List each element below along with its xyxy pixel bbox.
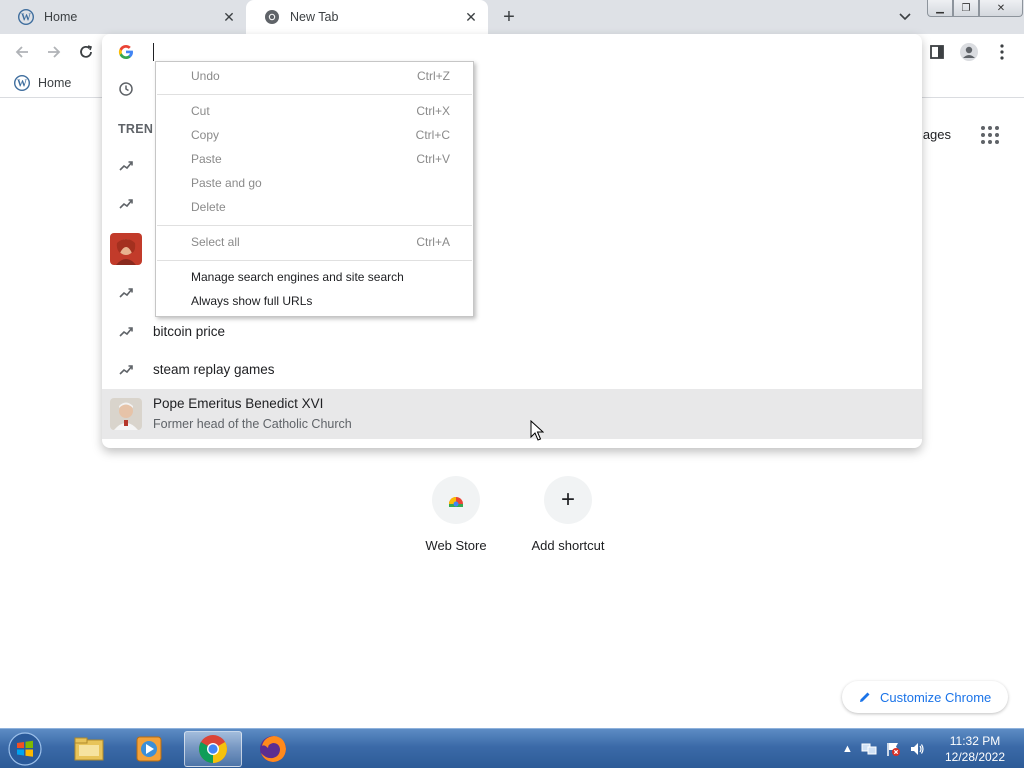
chrome-taskbar-icon[interactable] — [184, 731, 242, 767]
plus-icon: + — [544, 476, 592, 524]
system-tray: ▲ — [842, 729, 925, 769]
clock-time: 11:32 PM — [949, 734, 1001, 748]
menu-item-select-all[interactable]: Select all Ctrl+A — [156, 231, 473, 255]
pencil-icon — [860, 692, 870, 702]
svg-text:W: W — [17, 79, 27, 90]
shortcut-add[interactable]: + Add shortcut — [518, 476, 618, 553]
menu-divider — [157, 225, 472, 226]
menu-item-delete[interactable]: Delete — [156, 196, 473, 220]
chevron-down-icon[interactable] — [896, 8, 914, 26]
google-g-icon — [118, 45, 133, 59]
tab-home[interactable]: W Home ✕ — [0, 0, 246, 34]
close-icon[interactable]: ✕ — [462, 8, 480, 26]
svg-text:W: W — [21, 13, 31, 24]
suggestion-title: Pope Emeritus Benedict XVI — [153, 396, 324, 411]
volume-icon[interactable] — [909, 741, 925, 757]
menu-dots-icon[interactable] — [992, 42, 1012, 62]
text-caret — [153, 43, 154, 61]
side-panel-icon[interactable] — [927, 42, 947, 62]
window-controls: ▁ ❐ ✕ — [927, 0, 1023, 18]
menu-item-paste[interactable]: Paste Ctrl+V — [156, 148, 473, 172]
trending-header: TREN — [118, 122, 154, 136]
customize-label: Customize Chrome — [880, 689, 992, 705]
trending-icon — [119, 288, 133, 298]
action-center-flag-icon[interactable] — [885, 741, 901, 757]
history-clock-icon — [119, 82, 133, 96]
firefox-icon[interactable] — [244, 731, 302, 767]
suggestion-thumbnail[interactable] — [110, 233, 142, 265]
tab-title: New Tab — [290, 10, 339, 24]
wordpress-icon: W — [14, 75, 30, 91]
clock-date: 12/28/2022 — [944, 750, 1006, 764]
menu-item-cut[interactable]: Cut Ctrl+X — [156, 100, 473, 124]
suggestion-text: steam replay games — [153, 362, 275, 377]
tab-new-tab[interactable]: New Tab ✕ — [246, 0, 488, 34]
customize-chrome-button[interactable]: Customize Chrome — [842, 681, 1008, 713]
shortcut-web-store[interactable]: Web Store — [406, 476, 506, 553]
file-explorer-icon[interactable] — [60, 731, 118, 767]
media-player-icon[interactable] — [120, 731, 178, 767]
wordpress-icon: W — [18, 9, 34, 25]
chrome-icon — [265, 10, 279, 24]
suggestion-text: bitcoin price — [153, 324, 226, 339]
taskbar: ▲ 11:32 PM 12/28/2022 — [0, 728, 1024, 768]
menu-item-manage-search-engines[interactable]: Manage search engines and site search — [156, 266, 473, 290]
reload-icon[interactable] — [76, 42, 96, 62]
trending-suggestion[interactable]: bitcoin price — [102, 313, 922, 351]
menu-divider — [157, 94, 472, 95]
bookmark-label: Home — [38, 76, 72, 90]
menu-item-copy[interactable]: Copy Ctrl+C — [156, 124, 473, 148]
close-window-button[interactable]: ✕ — [979, 0, 1023, 17]
forward-icon[interactable] — [44, 42, 64, 62]
bookmark-home[interactable]: W Home — [14, 75, 71, 91]
mouse-cursor-icon — [530, 420, 544, 441]
trending-icon — [119, 327, 133, 337]
menu-divider — [157, 260, 472, 261]
close-icon[interactable]: ✕ — [220, 8, 238, 26]
suggestion-subtitle: Former head of the Catholic Church — [153, 417, 352, 431]
shortcut-label: Add shortcut — [531, 538, 605, 553]
trending-suggestion[interactable]: steam replay games — [102, 351, 922, 389]
profile-icon[interactable] — [959, 42, 979, 62]
trending-icon — [119, 161, 133, 171]
start-button[interactable] — [6, 731, 44, 767]
tab-title: Home — [44, 10, 78, 24]
minimize-button[interactable]: ▁ — [927, 0, 953, 17]
suggestion-thumbnail — [110, 398, 142, 430]
menu-item-undo[interactable]: Undo Ctrl+Z — [156, 65, 473, 89]
restore-button[interactable]: ❐ — [953, 0, 979, 17]
menu-item-always-show-full-urls[interactable]: Always show full URLs — [156, 290, 473, 314]
back-icon[interactable] — [12, 42, 32, 62]
menu-item-paste-and-go[interactable]: Paste and go — [156, 172, 473, 196]
shortcut-label: Web Store — [425, 538, 487, 553]
new-tab-button[interactable]: + — [498, 6, 520, 28]
webstore-icon — [432, 476, 480, 524]
tray-expand-icon[interactable]: ▲ — [842, 743, 853, 755]
highlighted-suggestion[interactable]: Pope Emeritus Benedict XVI Former head o… — [102, 389, 922, 439]
trending-icon — [119, 199, 133, 209]
taskbar-clock[interactable]: 11:32 PM 12/28/2022 — [940, 733, 1010, 765]
tab-strip: W Home ✕ New Tab ✕ + ▁ ❐ ✕ — [0, 0, 1024, 34]
context-menu: Undo Ctrl+Z Cut Ctrl+X Copy Ctrl+C Paste Ctr… — [155, 61, 474, 317]
apps-grid-icon[interactable] — [981, 126, 999, 144]
trending-icon — [119, 365, 133, 375]
network-icon[interactable] — [861, 742, 877, 756]
